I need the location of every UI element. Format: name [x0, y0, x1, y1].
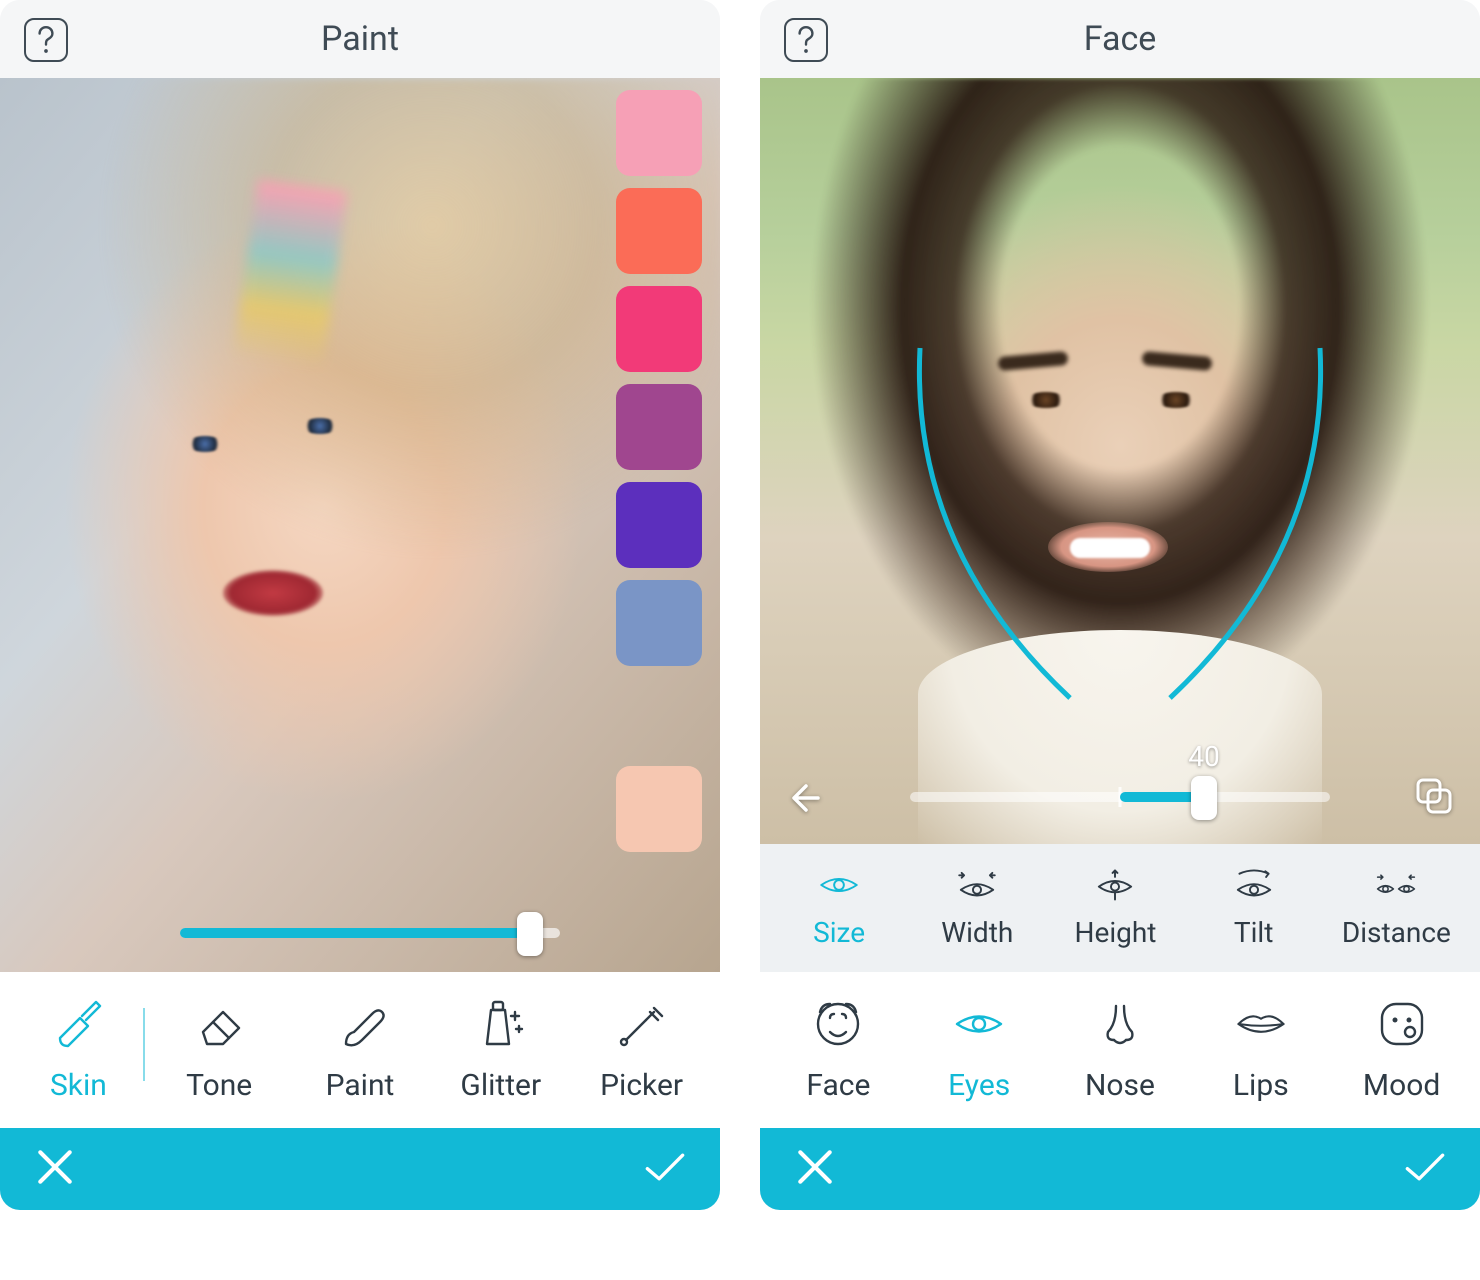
apply-button[interactable] [644, 1146, 686, 1192]
tool-label: Mood [1363, 1068, 1440, 1103]
tube-sparkle-icon [475, 998, 527, 1054]
check-icon [644, 1146, 686, 1188]
face-screen: Face 40 [760, 0, 1480, 1210]
close-icon [794, 1146, 836, 1188]
cancel-button[interactable] [34, 1146, 76, 1192]
brush-fine-icon [334, 998, 386, 1054]
tool-mood[interactable]: Mood [1347, 998, 1457, 1103]
subopt-height[interactable]: Height [1065, 868, 1165, 949]
eye-distance-icon [1375, 868, 1417, 906]
subopt-label: Height [1075, 916, 1157, 949]
tool-label: Glitter [460, 1068, 541, 1103]
apply-button[interactable] [1404, 1146, 1446, 1192]
tool-label: Skin [50, 1068, 107, 1103]
tool-tone[interactable]: Tone [164, 998, 274, 1103]
color-swatch-3[interactable] [616, 384, 702, 470]
tool-glitter[interactable]: Glitter [446, 998, 556, 1103]
adjust-slider[interactable] [910, 792, 1330, 802]
subopt-label: Size [813, 916, 865, 949]
tool-nose[interactable]: Nose [1065, 998, 1175, 1103]
tool-paint[interactable]: Paint [305, 998, 415, 1103]
nose-icon [1094, 998, 1146, 1054]
close-icon [34, 1146, 76, 1188]
topbar: Face [760, 0, 1480, 78]
color-swatch-2[interactable] [616, 286, 702, 372]
tool-label: Lips [1233, 1068, 1289, 1103]
tool-label: Nose [1085, 1068, 1155, 1103]
tool-eyes[interactable]: Eyes [924, 998, 1034, 1103]
color-swatches [616, 90, 702, 666]
question-icon [795, 24, 817, 56]
eye-tilt-icon [1233, 868, 1275, 906]
slider-thumb[interactable] [1191, 776, 1217, 820]
color-swatch-extra[interactable] [616, 766, 702, 852]
slider-value: 40 [1188, 740, 1219, 773]
tool-row: Skin Tone Paint Glitter Picker [0, 972, 720, 1128]
topbar: Paint [0, 0, 720, 78]
photo-canvas[interactable]: 40 [760, 78, 1480, 844]
brush-wide-icon [52, 998, 104, 1054]
cancel-button[interactable] [794, 1146, 836, 1192]
help-button[interactable] [784, 18, 828, 62]
mood-icon [1376, 998, 1428, 1054]
color-swatch-5[interactable] [616, 580, 702, 666]
page-title: Face [1084, 19, 1157, 59]
lips-icon [1235, 998, 1287, 1054]
tool-picker[interactable]: Picker [587, 998, 697, 1103]
tool-label: Picker [600, 1068, 683, 1103]
sub-option-row: Size Width Height Tilt Distance [760, 844, 1480, 972]
question-icon [35, 24, 57, 56]
arrow-left-icon [788, 776, 832, 820]
slider-thumb[interactable] [517, 912, 543, 956]
compare-icon [1412, 774, 1456, 818]
color-swatch-1[interactable] [616, 188, 702, 274]
color-swatch-4[interactable] [616, 482, 702, 568]
help-button[interactable] [24, 18, 68, 62]
back-button[interactable] [788, 776, 832, 824]
eyedropper-icon [616, 998, 668, 1054]
intensity-slider[interactable] [180, 928, 560, 938]
tool-lips[interactable]: Lips [1206, 998, 1316, 1103]
eye-width-icon [956, 868, 998, 906]
subopt-size[interactable]: Size [789, 868, 889, 949]
eye-height-icon [1094, 868, 1136, 906]
tool-label: Face [806, 1068, 870, 1103]
color-swatch-0[interactable] [616, 90, 702, 176]
eye-icon [818, 868, 860, 906]
subopt-distance[interactable]: Distance [1342, 868, 1451, 949]
eye-icon [953, 998, 1005, 1054]
subopt-tilt[interactable]: Tilt [1204, 868, 1304, 949]
tool-row: Face Eyes Nose Lips Mood [760, 972, 1480, 1128]
subopt-label: Tilt [1234, 916, 1273, 949]
tool-skin[interactable]: Skin [23, 998, 133, 1103]
tool-label: Tone [186, 1068, 252, 1103]
confirm-bar [760, 1128, 1480, 1210]
check-icon [1404, 1146, 1446, 1188]
subopt-width[interactable]: Width [927, 868, 1027, 949]
subopt-label: Width [941, 916, 1013, 949]
paint-screen: Paint Skin Tone Paint Glitter Picker [0, 0, 720, 1210]
subopt-label: Distance [1342, 916, 1451, 949]
eraser-icon [193, 998, 245, 1054]
tool-label: Eyes [948, 1068, 1010, 1103]
tool-label: Paint [326, 1068, 395, 1103]
compare-button[interactable] [1412, 774, 1456, 822]
tool-face[interactable]: Face [783, 998, 893, 1103]
face-icon [812, 998, 864, 1054]
page-title: Paint [321, 19, 399, 59]
photo-canvas[interactable] [0, 78, 720, 972]
confirm-bar [0, 1128, 720, 1210]
